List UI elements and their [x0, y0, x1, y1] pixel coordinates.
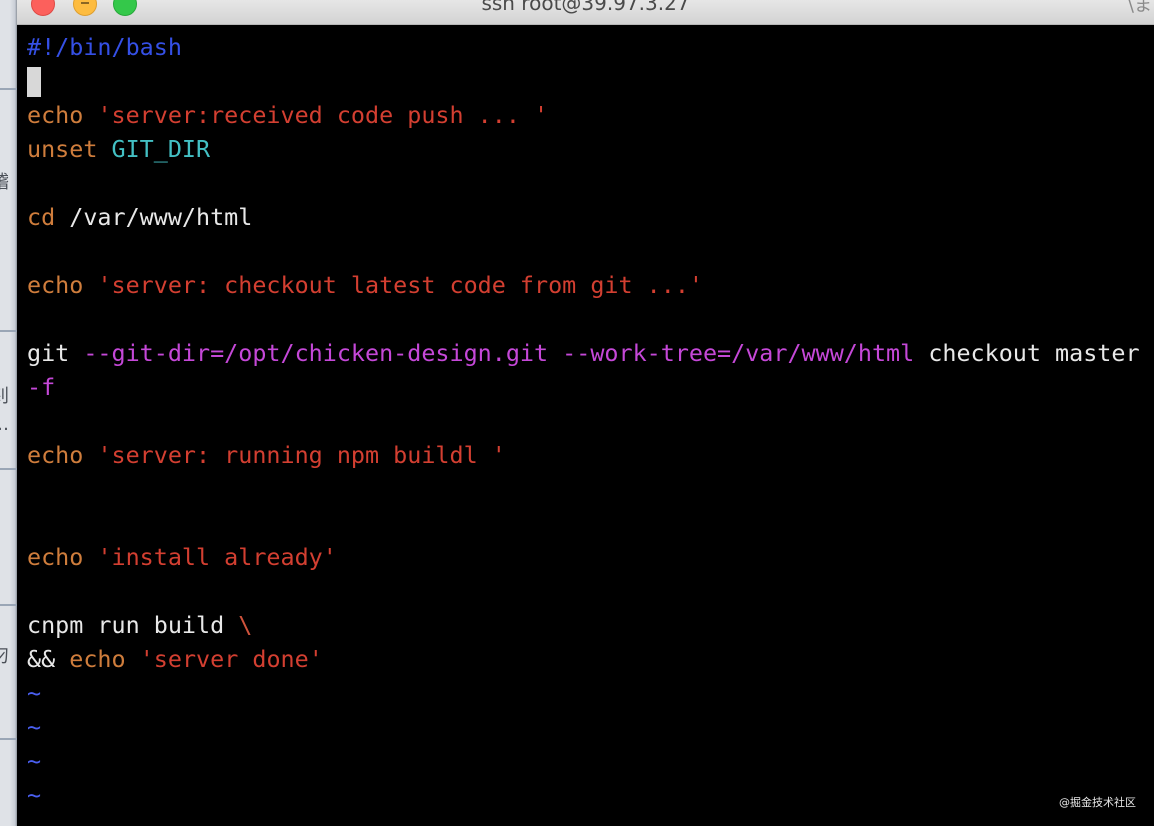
code-line-git-wrap: -f — [27, 370, 1152, 404]
echo-keyword: echo — [27, 101, 84, 129]
cnpm-command: cnpm run build — [27, 611, 225, 639]
string-literal: 'server:received code push ... ' — [97, 101, 549, 129]
background-window-edge[interactable]: 稽 钊 … 叼 — [0, 0, 17, 826]
work-tree-option: --work-tree=/var/www/html — [562, 339, 915, 367]
title-corner-text: \ま — [1127, 0, 1152, 16]
shebang: #!/bin/bash — [27, 33, 182, 61]
git-command: git — [27, 339, 70, 367]
string-literal: 'server done' — [139, 645, 323, 673]
terminal-window[interactable]: ssh root@39.97.3.27 \ま #!/bin/bash echo … — [17, 0, 1154, 826]
code-line-echo-received: echo 'server:received code push ... ' — [27, 98, 1152, 132]
tilde-marker: ~ — [27, 781, 42, 809]
code-line-git: git --git-dir=/opt/chicken-design.git --… — [27, 336, 1152, 370]
background-glyph: 稽 — [0, 168, 17, 194]
echo-keyword: echo — [27, 271, 84, 299]
background-divider — [0, 604, 17, 606]
empty-buffer-line: ~ — [27, 676, 1152, 710]
watermark: @掘金技术社区 — [1059, 796, 1136, 809]
code-line-shebang: #!/bin/bash — [27, 30, 1152, 64]
tilde-marker: ~ — [27, 747, 42, 775]
title-bar[interactable]: ssh root@39.97.3.27 \ま — [17, 0, 1154, 25]
background-glyph: … — [0, 414, 17, 435]
window-title: ssh root@39.97.3.27 — [481, 0, 690, 15]
line-continuation: \ — [238, 611, 253, 639]
code-line-cd: cd /var/www/html — [27, 200, 1152, 234]
variable-name: GIT_DIR — [111, 135, 211, 163]
empty-buffer-line: ~ — [27, 710, 1152, 744]
background-divider — [0, 468, 17, 470]
cd-keyword: cd — [27, 203, 56, 231]
background-glyph: 叼 — [0, 642, 17, 668]
tilde-marker: ~ — [27, 713, 42, 741]
text-cursor — [27, 67, 41, 97]
git-arguments: checkout master — [928, 339, 1140, 367]
background-divider — [0, 88, 17, 90]
string-literal: 'install already' — [97, 543, 337, 571]
string-literal: 'server: running npm buildl ' — [97, 441, 506, 469]
echo-keyword: echo — [27, 441, 84, 469]
unset-keyword: unset — [27, 135, 98, 163]
and-operator: && — [27, 645, 56, 673]
code-line-cnpm: cnpm run build \ — [27, 608, 1152, 642]
terminal-content[interactable]: #!/bin/bash echo 'server:received code p… — [27, 30, 1152, 812]
background-divider — [0, 738, 17, 740]
code-line-echo-checkout: echo 'server: checkout latest code from … — [27, 268, 1152, 302]
tilde-marker: ~ — [27, 679, 42, 707]
echo-keyword: echo — [69, 645, 126, 673]
code-line-echo-build: echo 'server: running npm buildl ' — [27, 438, 1152, 472]
git-dir-option: --git-dir=/opt/chicken-design.git — [83, 339, 549, 367]
empty-buffer-line: ~ — [27, 778, 1152, 812]
code-line-echo-done: && echo 'server done' — [27, 642, 1152, 676]
empty-buffer-line: ~ — [27, 744, 1152, 778]
code-line-echo-install: echo 'install already' — [27, 540, 1152, 574]
string-literal: 'server: checkout latest code from git .… — [97, 271, 703, 299]
background-divider — [0, 330, 17, 332]
screen: 稽 钊 … 叼 ssh root@39.97.3.27 \ま #!/bin/ba… — [0, 0, 1154, 826]
background-glyph: 钊 — [0, 382, 17, 408]
path-argument: /var/www/html — [69, 203, 253, 231]
code-line-unset: unset GIT_DIR — [27, 132, 1152, 166]
force-option: -f — [27, 373, 56, 401]
echo-keyword: echo — [27, 543, 84, 571]
code-line-cursor — [27, 64, 1152, 98]
blank-lines — [27, 472, 1152, 540]
